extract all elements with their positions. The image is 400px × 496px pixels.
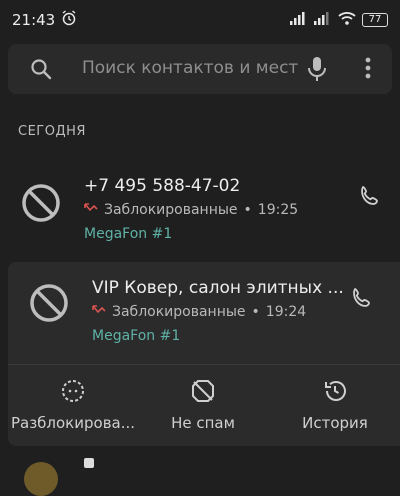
call-sim: MegaFon #1 bbox=[92, 328, 181, 344]
unblock-icon bbox=[60, 378, 86, 408]
status-time: 21:43 bbox=[12, 11, 56, 29]
expanded-call-card[interactable]: VIP Ковер, салон элитных ... Заблокирова… bbox=[8, 262, 400, 446]
phone-icon[interactable] bbox=[358, 184, 382, 212]
more-options-icon[interactable] bbox=[364, 56, 372, 84]
search-input[interactable]: Поиск контактов и мест bbox=[82, 58, 298, 78]
wifi-icon bbox=[338, 11, 356, 29]
blocked-icon bbox=[20, 182, 62, 228]
call-separator: • bbox=[251, 304, 260, 320]
call-time: 19:25 bbox=[257, 202, 299, 218]
phone-icon[interactable] bbox=[350, 286, 374, 314]
signal-icon bbox=[290, 11, 308, 29]
call-log-item[interactable] bbox=[0, 456, 400, 496]
alarm-icon bbox=[61, 10, 77, 30]
call-name bbox=[84, 458, 94, 468]
missed-call-icon bbox=[84, 202, 98, 218]
call-status: Заблокированные bbox=[112, 304, 246, 320]
call-meta: Заблокированные • 19:24 bbox=[92, 304, 306, 320]
call-name: VIP Ковер, салон элитных ... bbox=[92, 278, 344, 298]
battery-icon: 77 bbox=[362, 13, 388, 27]
microphone-icon[interactable] bbox=[306, 55, 328, 87]
battery-level: 77 bbox=[368, 14, 382, 25]
status-bar: 21:43 77 bbox=[0, 0, 400, 40]
not-spam-button[interactable]: Не спам bbox=[138, 374, 268, 440]
call-separator: • bbox=[243, 202, 252, 218]
avatar bbox=[24, 462, 58, 496]
section-header-today: СЕГОДНЯ bbox=[18, 124, 86, 139]
blocked-icon bbox=[28, 282, 70, 328]
missed-call-icon bbox=[92, 304, 106, 320]
history-button[interactable]: История bbox=[270, 374, 400, 440]
unblock-label: Разблокирова... bbox=[10, 414, 136, 432]
signal-icon bbox=[314, 11, 332, 29]
not-spam-icon bbox=[190, 378, 216, 408]
history-label: История bbox=[302, 414, 368, 432]
search-icon[interactable] bbox=[30, 58, 52, 84]
call-meta: Заблокированные • 19:25 bbox=[84, 202, 298, 218]
call-log-item[interactable]: +7 495 588-47-02 Заблокированные • 19:25… bbox=[0, 160, 400, 256]
history-icon bbox=[322, 378, 348, 408]
card-divider bbox=[8, 364, 400, 365]
call-sim: MegaFon #1 bbox=[84, 226, 173, 242]
call-time: 19:24 bbox=[265, 304, 307, 320]
call-status: Заблокированные bbox=[104, 202, 238, 218]
unblock-button[interactable]: Разблокирова... bbox=[8, 374, 138, 440]
search-bar[interactable]: Поиск контактов и мест bbox=[8, 44, 392, 94]
not-spam-label: Не спам bbox=[171, 414, 235, 432]
call-name: +7 495 588-47-02 bbox=[84, 176, 241, 196]
